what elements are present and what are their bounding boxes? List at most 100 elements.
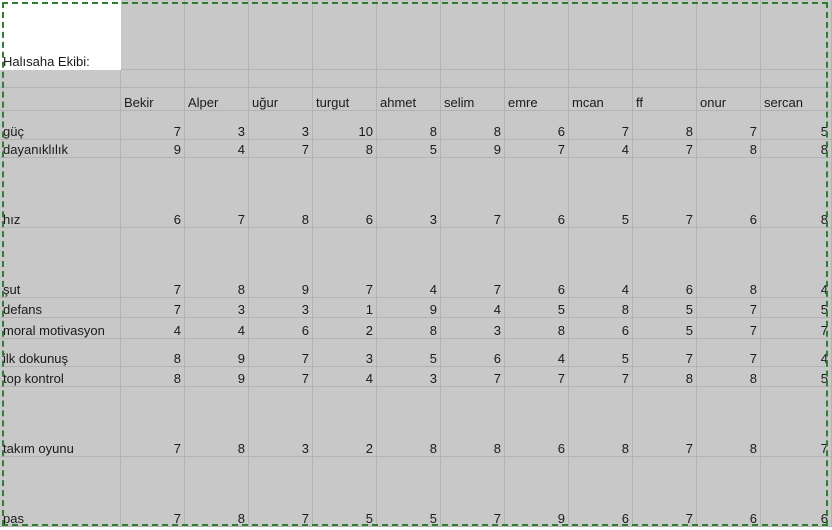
stat-value-r7-c6[interactable]: 7 <box>505 367 569 387</box>
stat-value-r8-c6[interactable]: 6 <box>505 387 569 457</box>
player-header-2[interactable]: uğur <box>249 88 313 111</box>
stat-value-r2-c1[interactable]: 7 <box>185 158 249 228</box>
cell-r1-c6[interactable] <box>441 70 505 88</box>
stat-label-1[interactable]: dayanıklılık <box>0 140 121 158</box>
stat-value-r5-c2[interactable]: 6 <box>249 318 313 339</box>
stat-value-r5-c5[interactable]: 3 <box>441 318 505 339</box>
cell-r0-c3[interactable] <box>249 0 313 70</box>
cell-r1-c2[interactable] <box>185 70 249 88</box>
stat-label-9[interactable]: pas <box>0 457 121 527</box>
stat-value-r4-c1[interactable]: 3 <box>185 298 249 318</box>
stat-value-r5-c0[interactable]: 4 <box>121 318 185 339</box>
stat-value-r9-c1[interactable]: 8 <box>185 457 249 527</box>
stat-label-3[interactable]: şut <box>0 228 121 298</box>
stat-value-r6-c1[interactable]: 9 <box>185 339 249 367</box>
stat-value-r6-c8[interactable]: 7 <box>633 339 697 367</box>
stat-value-r3-c4[interactable]: 4 <box>377 228 441 298</box>
stat-value-r1-c4[interactable]: 5 <box>377 140 441 158</box>
stat-value-r6-c9[interactable]: 7 <box>697 339 761 367</box>
sheet-title-cell[interactable]: Halısaha Ekibi: <box>0 0 121 70</box>
stat-label-4[interactable]: defans <box>0 298 121 318</box>
stat-value-r8-c5[interactable]: 8 <box>441 387 505 457</box>
stat-value-r1-c8[interactable]: 7 <box>633 140 697 158</box>
cell-r2-c0[interactable] <box>0 88 121 111</box>
stat-value-r4-c3[interactable]: 1 <box>313 298 377 318</box>
stat-value-r4-c5[interactable]: 4 <box>441 298 505 318</box>
stat-value-r5-c7[interactable]: 6 <box>569 318 633 339</box>
stat-value-r3-c0[interactable]: 7 <box>121 228 185 298</box>
stat-value-r4-c0[interactable]: 7 <box>121 298 185 318</box>
stat-value-r0-c5[interactable]: 8 <box>441 111 505 140</box>
stat-value-r7-c3[interactable]: 4 <box>313 367 377 387</box>
cell-r0-c4[interactable] <box>313 0 377 70</box>
cell-r1-c3[interactable] <box>249 70 313 88</box>
stat-value-r3-c7[interactable]: 4 <box>569 228 633 298</box>
stat-value-r6-c2[interactable]: 7 <box>249 339 313 367</box>
cell-r1-c1[interactable] <box>121 70 185 88</box>
stat-value-r6-c0[interactable]: 8 <box>121 339 185 367</box>
cell-r1-c0[interactable] <box>0 70 121 88</box>
stat-value-r0-c4[interactable]: 8 <box>377 111 441 140</box>
stat-value-r8-c10[interactable]: 7 <box>761 387 832 457</box>
stat-value-r7-c4[interactable]: 3 <box>377 367 441 387</box>
stat-value-r5-c1[interactable]: 4 <box>185 318 249 339</box>
stat-value-r4-c2[interactable]: 3 <box>249 298 313 318</box>
cell-r0-c9[interactable] <box>633 0 697 70</box>
stat-value-r9-c3[interactable]: 5 <box>313 457 377 527</box>
stat-value-r5-c3[interactable]: 2 <box>313 318 377 339</box>
cell-r1-c5[interactable] <box>377 70 441 88</box>
stat-value-r4-c7[interactable]: 8 <box>569 298 633 318</box>
player-header-8[interactable]: ff <box>633 88 697 111</box>
stat-value-r7-c9[interactable]: 8 <box>697 367 761 387</box>
stat-value-r8-c4[interactable]: 8 <box>377 387 441 457</box>
stat-value-r2-c8[interactable]: 7 <box>633 158 697 228</box>
player-header-4[interactable]: ahmet <box>377 88 441 111</box>
stat-value-r8-c0[interactable]: 7 <box>121 387 185 457</box>
player-header-7[interactable]: mcan <box>569 88 633 111</box>
cell-r0-c1[interactable] <box>121 0 185 70</box>
stat-value-r6-c7[interactable]: 5 <box>569 339 633 367</box>
cell-r1-c8[interactable] <box>569 70 633 88</box>
stat-value-r3-c1[interactable]: 8 <box>185 228 249 298</box>
cell-r0-c5[interactable] <box>377 0 441 70</box>
stat-value-r5-c9[interactable]: 7 <box>697 318 761 339</box>
stat-label-5[interactable]: moral motivasyon <box>0 318 121 339</box>
stat-label-6[interactable]: ilk dokunuş <box>0 339 121 367</box>
stat-value-r6-c6[interactable]: 4 <box>505 339 569 367</box>
stat-value-r1-c9[interactable]: 8 <box>697 140 761 158</box>
stat-value-r0-c8[interactable]: 8 <box>633 111 697 140</box>
cell-r0-c10[interactable] <box>697 0 761 70</box>
stat-value-r1-c3[interactable]: 8 <box>313 140 377 158</box>
stat-value-r8-c1[interactable]: 8 <box>185 387 249 457</box>
stat-value-r3-c9[interactable]: 8 <box>697 228 761 298</box>
stat-value-r8-c3[interactable]: 2 <box>313 387 377 457</box>
stat-value-r3-c5[interactable]: 7 <box>441 228 505 298</box>
stat-value-r5-c8[interactable]: 5 <box>633 318 697 339</box>
stat-value-r2-c5[interactable]: 7 <box>441 158 505 228</box>
stat-value-r2-c2[interactable]: 8 <box>249 158 313 228</box>
stat-value-r2-c3[interactable]: 6 <box>313 158 377 228</box>
cell-r1-c10[interactable] <box>697 70 761 88</box>
stat-value-r5-c6[interactable]: 8 <box>505 318 569 339</box>
stat-value-r3-c8[interactable]: 6 <box>633 228 697 298</box>
stat-value-r2-c0[interactable]: 6 <box>121 158 185 228</box>
stat-value-r0-c0[interactable]: 7 <box>121 111 185 140</box>
player-header-10[interactable]: sercan <box>761 88 832 111</box>
stat-value-r0-c9[interactable]: 7 <box>697 111 761 140</box>
player-header-9[interactable]: onur <box>697 88 761 111</box>
stat-value-r2-c7[interactable]: 5 <box>569 158 633 228</box>
stat-value-r4-c4[interactable]: 9 <box>377 298 441 318</box>
stat-value-r1-c1[interactable]: 4 <box>185 140 249 158</box>
stat-value-r4-c9[interactable]: 7 <box>697 298 761 318</box>
stat-value-r5-c10[interactable]: 7 <box>761 318 832 339</box>
stat-value-r4-c10[interactable]: 5 <box>761 298 832 318</box>
stat-value-r7-c1[interactable]: 9 <box>185 367 249 387</box>
stat-label-0[interactable]: güç <box>0 111 121 140</box>
stat-value-r0-c3[interactable]: 10 <box>313 111 377 140</box>
player-header-0[interactable]: Bekir <box>121 88 185 111</box>
stat-value-r6-c10[interactable]: 4 <box>761 339 832 367</box>
player-header-6[interactable]: emre <box>505 88 569 111</box>
stat-value-r9-c2[interactable]: 7 <box>249 457 313 527</box>
stat-value-r3-c10[interactable]: 4 <box>761 228 832 298</box>
stat-value-r9-c0[interactable]: 7 <box>121 457 185 527</box>
